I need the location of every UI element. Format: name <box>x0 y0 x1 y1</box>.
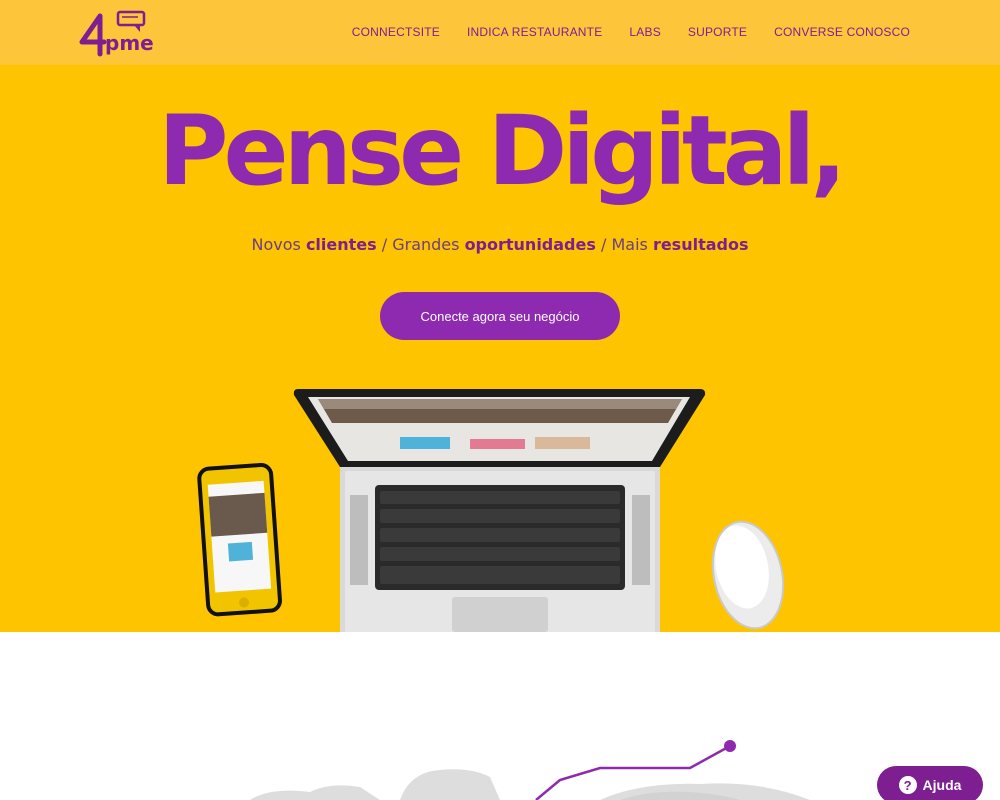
nav-suporte[interactable]: SUPORTE <box>688 25 747 39</box>
subline-text-1: Novos <box>251 235 306 254</box>
connect-business-button[interactable]: Conecte agora seu negócio <box>380 292 620 340</box>
mouse-image <box>711 520 785 630</box>
hero-section: Pense Digital, Novos clientes / Grandes … <box>0 65 1000 632</box>
brand-logo[interactable]: pme <box>78 8 168 60</box>
laptop-image <box>293 389 706 632</box>
smartphone-image <box>197 463 282 617</box>
nav-converse-conosco[interactable]: CONVERSE CONOSCO <box>774 25 910 39</box>
devices-illustration <box>197 389 785 632</box>
svg-text:pme: pme <box>105 31 154 55</box>
nav-labs[interactable]: LABS <box>629 25 661 39</box>
nav-connectsite[interactable]: CONNECTSITE <box>352 25 440 39</box>
growth-map-illustration <box>250 740 810 800</box>
help-widget-button[interactable]: ? Ajuda <box>877 766 983 800</box>
hero-subline: Novos clientes / Grandes oportunidades /… <box>0 235 1000 254</box>
subline-highlight-resultados: resultados <box>652 235 749 254</box>
subline-highlight-clientes: clientes <box>305 235 377 254</box>
growth-point <box>724 740 736 752</box>
main-nav: CONNECTSITE INDICA RESTAURANTE LABS SUPO… <box>352 25 910 39</box>
top-navbar: pme CONNECTSITE INDICA RESTAURANTE LABS … <box>0 0 1000 65</box>
hero-headline: Pense Digital, <box>158 95 847 207</box>
question-icon: ? <box>898 776 917 794</box>
subline-text-2: / Grandes <box>376 235 465 254</box>
nav-indica-restaurante[interactable]: INDICA RESTAURANTE <box>467 25 602 39</box>
world-map-shape <box>250 769 810 800</box>
features-section <box>0 632 1000 800</box>
subline-highlight-oportunidades: oportunidades <box>464 235 596 254</box>
help-label: Ajuda <box>922 777 962 793</box>
subline-text-3: / Mais <box>595 235 653 254</box>
